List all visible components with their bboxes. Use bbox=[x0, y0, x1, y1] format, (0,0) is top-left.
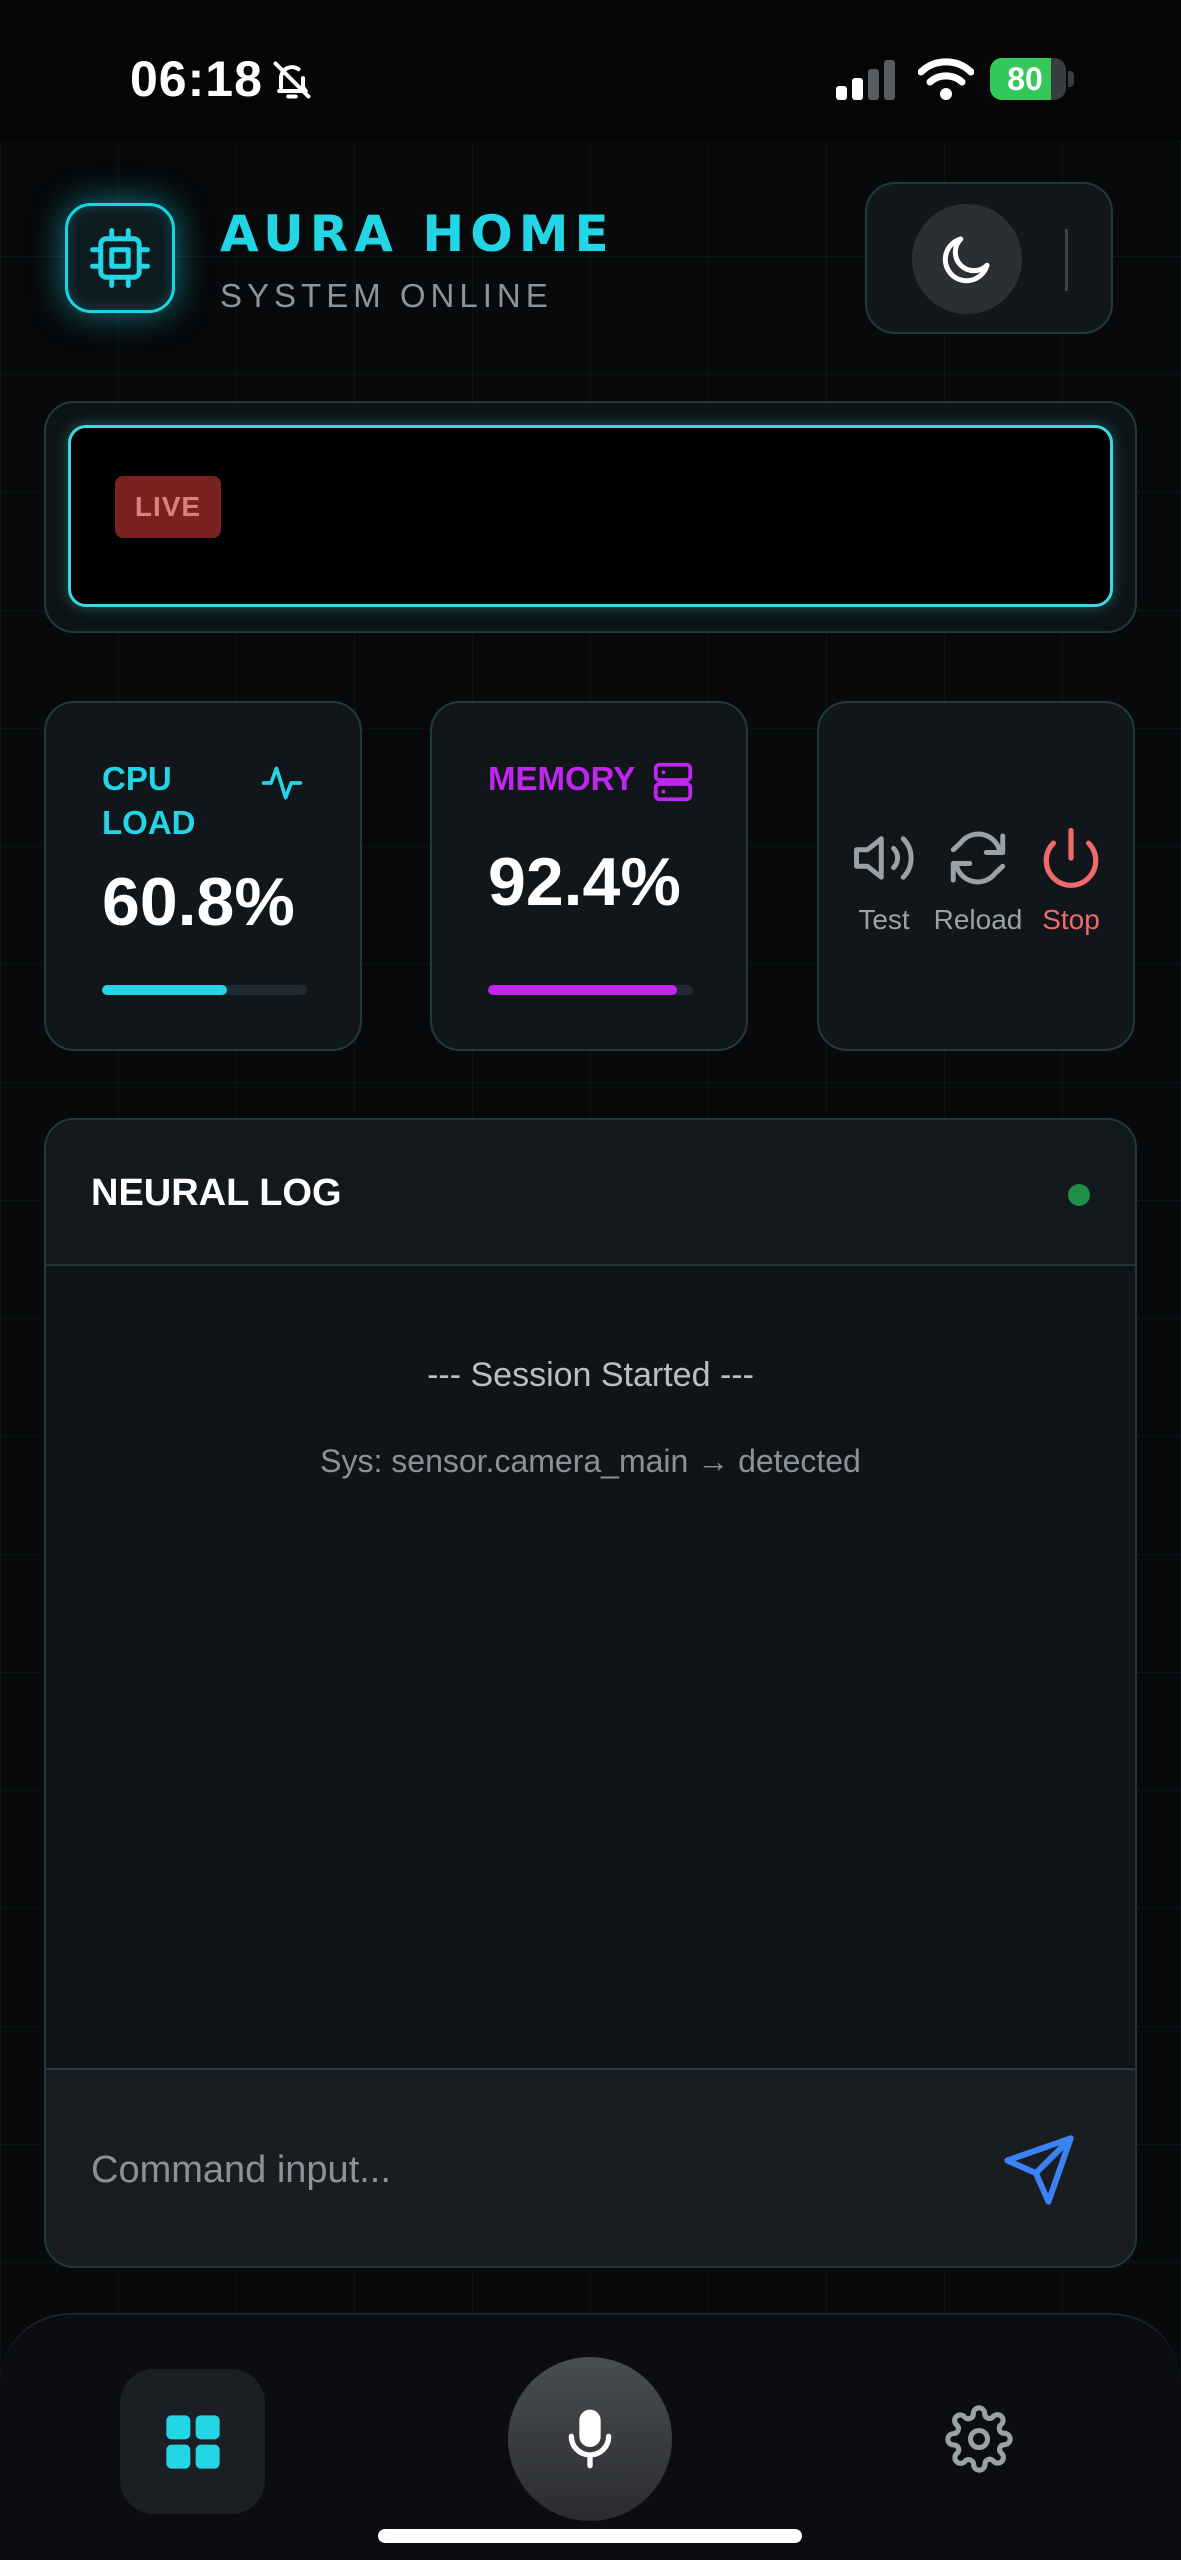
neural-log-title: NEURAL LOG bbox=[91, 1172, 342, 1214]
send-icon bbox=[1004, 2135, 1074, 2205]
command-bar bbox=[46, 2068, 1135, 2266]
server-icon bbox=[650, 759, 696, 810]
live-badge: LIVE bbox=[115, 476, 221, 538]
nav-settings-button[interactable] bbox=[945, 2405, 1013, 2478]
cellular-signal-icon bbox=[836, 60, 898, 105]
live-camera-panel: LIVE bbox=[44, 401, 1137, 633]
home-indicator bbox=[378, 2529, 802, 2543]
memory-card: MEMORY 92.4% bbox=[430, 701, 748, 1051]
gear-icon bbox=[945, 2405, 1013, 2473]
log-entry: Sys: sensor.camera_main → detected bbox=[320, 1443, 861, 1479]
stop-label: Stop bbox=[1042, 904, 1100, 935]
moon-icon bbox=[942, 236, 990, 284]
bell-muted-icon bbox=[270, 58, 314, 107]
cpu-label: CPU LOAD bbox=[102, 760, 196, 841]
reload-button[interactable]: Reload bbox=[931, 818, 1025, 936]
online-status-dot bbox=[1068, 1184, 1090, 1206]
command-input[interactable] bbox=[91, 2140, 971, 2200]
cpu-value: 60.8% bbox=[102, 864, 295, 940]
cpu-progress-bar bbox=[102, 985, 307, 995]
grid-icon bbox=[165, 2414, 220, 2469]
reload-label: Reload bbox=[933, 904, 1023, 935]
bottom-navigation bbox=[0, 2313, 1181, 2560]
neural-log-header: NEURAL LOG bbox=[46, 1120, 1135, 1266]
speaker-icon bbox=[837, 818, 931, 898]
controls-card: Test Reload Stop bbox=[817, 701, 1135, 1051]
power-icon bbox=[1024, 818, 1118, 898]
wifi-icon bbox=[917, 58, 975, 105]
voice-input-button[interactable] bbox=[508, 2357, 672, 2521]
cpu-progress-fill bbox=[102, 985, 227, 995]
app-title: AURA HOME bbox=[220, 205, 615, 263]
live-video-feed[interactable]: LIVE bbox=[68, 425, 1113, 607]
test-label: Test bbox=[858, 904, 910, 935]
test-button[interactable]: Test bbox=[837, 818, 931, 936]
microphone-icon bbox=[568, 2409, 612, 2469]
theme-toggle-group bbox=[865, 182, 1113, 334]
battery-indicator: 80 bbox=[990, 58, 1074, 100]
memory-progress-bar bbox=[488, 985, 693, 995]
memory-value: 92.4% bbox=[488, 844, 681, 920]
status-time: 06:18 bbox=[130, 51, 263, 107]
theme-toggle-button[interactable] bbox=[912, 204, 1022, 314]
memory-progress-fill bbox=[488, 985, 678, 995]
divider bbox=[1065, 229, 1068, 291]
stop-button[interactable]: Stop bbox=[1024, 818, 1118, 936]
cpu-load-card: CPU LOAD 60.8% bbox=[44, 701, 362, 1051]
chip-logo-icon bbox=[65, 203, 175, 313]
activity-pulse-icon bbox=[260, 761, 304, 810]
memory-label: MEMORY bbox=[488, 760, 636, 797]
battery-percent: 80 bbox=[1007, 61, 1043, 97]
send-button[interactable] bbox=[1001, 2132, 1077, 2213]
refresh-icon bbox=[931, 818, 1025, 898]
log-entry: --- Session Started --- bbox=[427, 1356, 754, 1394]
nav-dashboard-button[interactable] bbox=[120, 2369, 265, 2514]
neural-log-panel: NEURAL LOG --- Session Started --- Sys: … bbox=[44, 1118, 1137, 2268]
system-status-text: SYSTEM ONLINE bbox=[220, 277, 553, 314]
